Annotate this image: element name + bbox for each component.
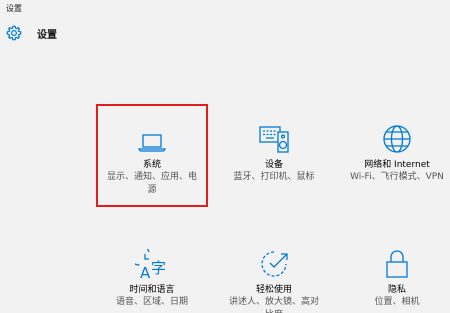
time-language-icon: A 字 <box>96 249 208 279</box>
tile-description: 蓝牙、打印机、鼠标 <box>233 172 315 182</box>
tile-title: 网络和 Internet <box>364 160 430 170</box>
svg-text:字: 字 <box>151 259 166 277</box>
devices-icon <box>218 124 330 154</box>
tile-description: 位置、相机 <box>374 297 420 307</box>
settings-window: 设置 设置 系统 显示、通知、应用、电源 设备 蓝牙、打印机、鼠标 网络和 In… <box>0 0 450 313</box>
lock-icon <box>341 249 450 279</box>
tile-devices[interactable]: 设备 蓝牙、打印机、鼠标 <box>218 124 330 184</box>
tile-description: Wi-Fi、飞行模式、VPN <box>350 172 444 182</box>
tile-time-language[interactable]: A 字 时间和语言 语音、区域、日期 <box>96 249 208 309</box>
gear-icon <box>6 25 22 41</box>
tile-title: 轻松使用 <box>255 285 292 295</box>
tile-title: 隐私 <box>387 285 406 295</box>
tile-description: 讲述人、放大镜、高对比度 <box>228 297 319 313</box>
settings-header: 设置 <box>6 25 57 41</box>
window-title: 设置 <box>6 4 22 13</box>
tile-title: 设备 <box>264 160 283 170</box>
page-title: 设置 <box>37 29 57 41</box>
tile-description: 语音、区域、日期 <box>115 297 188 307</box>
tile-title: 时间和语言 <box>129 285 175 295</box>
selection-highlight <box>96 104 208 207</box>
tile-network[interactable]: 网络和 Internet Wi-Fi、飞行模式、VPN <box>341 124 450 184</box>
svg-text:A: A <box>140 264 151 279</box>
tile-ease-of-access[interactable]: 轻松使用 讲述人、放大镜、高对比度 <box>218 249 330 313</box>
ease-of-access-icon <box>218 249 330 279</box>
globe-icon <box>341 124 450 154</box>
tile-privacy[interactable]: 隐私 位置、相机 <box>341 249 450 309</box>
